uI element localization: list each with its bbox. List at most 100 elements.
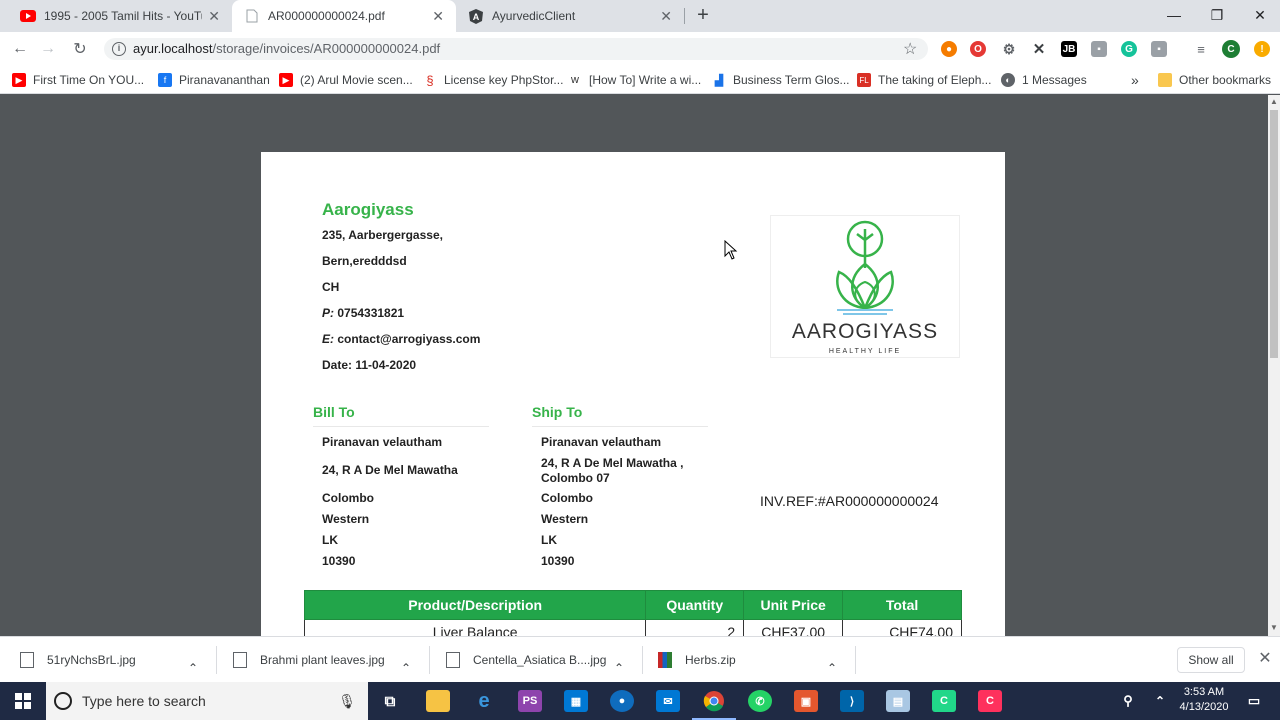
download-item[interactable]: Centella_Asiatica B....jpg — [446, 645, 606, 675]
taskbar-search-box[interactable]: Type here to search 🎙 — [46, 682, 368, 720]
taskbar-clock[interactable]: 3:53 AM 4/13/2020 — [1168, 685, 1240, 717]
star-icon[interactable]: ☆ — [903, 39, 917, 59]
minimize-button[interactable]: — — [1151, 0, 1197, 30]
mail-icon[interactable]: ✉ — [656, 690, 680, 712]
lotus-logo-icon: AAROGIYASS HEALTHY LIFE — [792, 220, 937, 355]
info-icon[interactable]: i — [112, 42, 126, 56]
ship-to-name: Piranavan velautham — [541, 435, 662, 449]
bill-to-province: Western — [322, 512, 370, 526]
close-icon[interactable]: ✕ — [660, 8, 672, 25]
extension-icon[interactable]: ▪ — [1091, 41, 1107, 57]
forward-icon[interactable]: → — [36, 37, 60, 61]
extension-icon[interactable]: ▪ — [1151, 41, 1167, 57]
scrollbar-thumb[interactable] — [1270, 110, 1278, 358]
close-icon[interactable]: ✕ — [432, 8, 444, 25]
back-icon[interactable]: ← — [8, 37, 32, 61]
scroll-up-icon[interactable]: ▲ — [1270, 97, 1278, 106]
download-item[interactable]: 51ryNchsBrL.jpg — [20, 645, 136, 675]
gear-icon[interactable]: ⚙ — [1001, 41, 1017, 57]
file-explorer-icon[interactable] — [426, 690, 450, 712]
fl-icon: FL — [857, 73, 871, 87]
file-icon — [233, 652, 247, 668]
ship-to-street-line2: Colombo 07 — [541, 471, 610, 485]
bookmark-item[interactable]: ▟ Business Term Glos... — [712, 72, 850, 88]
svg-text:A: A — [473, 12, 480, 22]
tab-ayurvedic-client[interactable]: A AyurvedicClient ✕ — [456, 0, 684, 32]
table-cell: CHF74.00 — [842, 619, 962, 636]
bookmark-item[interactable]: w [How To] Write a wi... — [568, 72, 701, 88]
task-view-icon[interactable]: ⧉ — [378, 690, 402, 712]
table-row: Liver Balance 2 CHF37.00 CHF74.00 — [304, 619, 962, 636]
chevron-up-icon[interactable]: ⌃ — [614, 653, 624, 683]
cortana-icon — [54, 692, 72, 710]
restore-button[interactable]: ❐ — [1194, 0, 1240, 30]
chrome-icon[interactable] — [692, 690, 736, 720]
tab-pdf[interactable]: AR000000000024.pdf ✕ — [232, 0, 456, 32]
extension-icon[interactable]: ● — [941, 41, 957, 57]
bookmark-item[interactable]: § License key PhpStor... — [423, 72, 563, 88]
grammarly-icon[interactable]: G — [1121, 41, 1137, 57]
table-header: Unit Price — [743, 590, 844, 620]
show-all-button[interactable]: Show all — [1177, 647, 1245, 673]
microphone-icon[interactable]: 🎙 — [338, 693, 356, 710]
window-close-button[interactable]: ✕ — [1237, 0, 1280, 30]
close-downloads-icon[interactable]: ✕ — [1256, 650, 1274, 668]
bill-to-postal: 10390 — [322, 554, 356, 568]
other-bookmarks[interactable]: Other bookmarks — [1158, 72, 1271, 88]
phpstorm-icon[interactable]: PS — [518, 690, 542, 712]
new-tab-button[interactable]: + — [692, 4, 714, 26]
windows-start-icon[interactable] — [0, 682, 46, 720]
invoice-table: Product/Description Quantity Unit Price … — [304, 590, 962, 636]
youtube-icon — [20, 8, 36, 24]
url-text[interactable]: ayur.localhost/storage/invoices/AR000000… — [133, 41, 440, 56]
download-item[interactable]: Herbs.zip — [658, 645, 736, 675]
app-icon[interactable]: ▣ — [794, 690, 818, 712]
opera-icon[interactable]: O — [970, 41, 986, 57]
vscode-icon[interactable]: ⟩ — [840, 690, 864, 712]
messenger-icon[interactable]: ● — [610, 690, 634, 712]
scribd-icon: § — [426, 72, 434, 88]
tab-youtube[interactable]: 1995 - 2005 Tamil Hits - YouTube ✕ — [8, 0, 232, 32]
bookmark-item[interactable]: f Piranavananthan — [158, 72, 270, 88]
scroll-down-icon[interactable]: ▼ — [1270, 623, 1278, 632]
ship-to-city: Colombo — [541, 491, 593, 505]
bill-to-city: Colombo — [322, 491, 374, 505]
bookmark-item[interactable]: ▶ First Time On YOU... — [12, 72, 144, 88]
app-icon[interactable]: C — [978, 690, 1002, 712]
pycharm-icon[interactable]: C — [932, 690, 956, 712]
pdf-icon — [244, 8, 260, 24]
company-country: CH — [322, 280, 340, 294]
reload-icon[interactable]: ↻ — [68, 37, 92, 61]
table-cell: CHF37.00 — [743, 619, 844, 636]
x-extension-icon[interactable]: ✕ — [1031, 41, 1047, 58]
edge-icon[interactable]: e — [472, 690, 496, 712]
youtube-icon: ▶ — [279, 73, 293, 87]
bill-to-title: Bill To — [313, 404, 355, 420]
jetbrains-icon[interactable]: JB — [1061, 41, 1077, 57]
whatsapp-icon[interactable]: ✆ — [748, 690, 772, 712]
file-icon — [20, 652, 34, 668]
company-address-line2: Bern,eredddsd — [322, 254, 407, 268]
bookmark-item[interactable]: FL The taking of Eleph... — [857, 72, 991, 88]
tab-title: 1995 - 2005 Tamil Hits - YouTube — [44, 9, 202, 23]
notifications-icon[interactable]: ▭ — [1242, 690, 1266, 712]
download-item[interactable]: Brahmi plant leaves.jpg — [233, 645, 385, 675]
chevron-up-icon[interactable]: ⌃ — [188, 653, 198, 683]
media-icon[interactable]: ≡ — [1193, 41, 1209, 57]
youtube-icon: ▶ — [12, 73, 26, 87]
app-icon[interactable]: ▤ — [886, 690, 910, 712]
chevron-up-icon[interactable]: ⌃ — [827, 653, 837, 683]
people-icon[interactable]: ⚲ — [1116, 690, 1140, 712]
globe-icon: ◐ — [1001, 73, 1015, 87]
store-icon[interactable]: ▦ — [564, 690, 588, 712]
avatar[interactable]: C — [1222, 40, 1240, 58]
bookmarks-overflow[interactable]: » — [1131, 72, 1139, 88]
close-icon[interactable]: ✕ — [208, 8, 220, 25]
bookmark-item[interactable]: ▶ (2) Arul Movie scen... — [279, 72, 413, 88]
ship-to-country: LK — [541, 533, 557, 547]
chevron-up-icon[interactable]: ⌃ — [401, 653, 411, 683]
invoice-reference: INV.REF:#AR000000000024 — [760, 493, 939, 509]
update-icon[interactable]: ! — [1254, 41, 1270, 57]
bookmark-item[interactable]: ◐ 1 Messages — [1001, 72, 1087, 88]
ship-to-postal: 10390 — [541, 554, 575, 568]
